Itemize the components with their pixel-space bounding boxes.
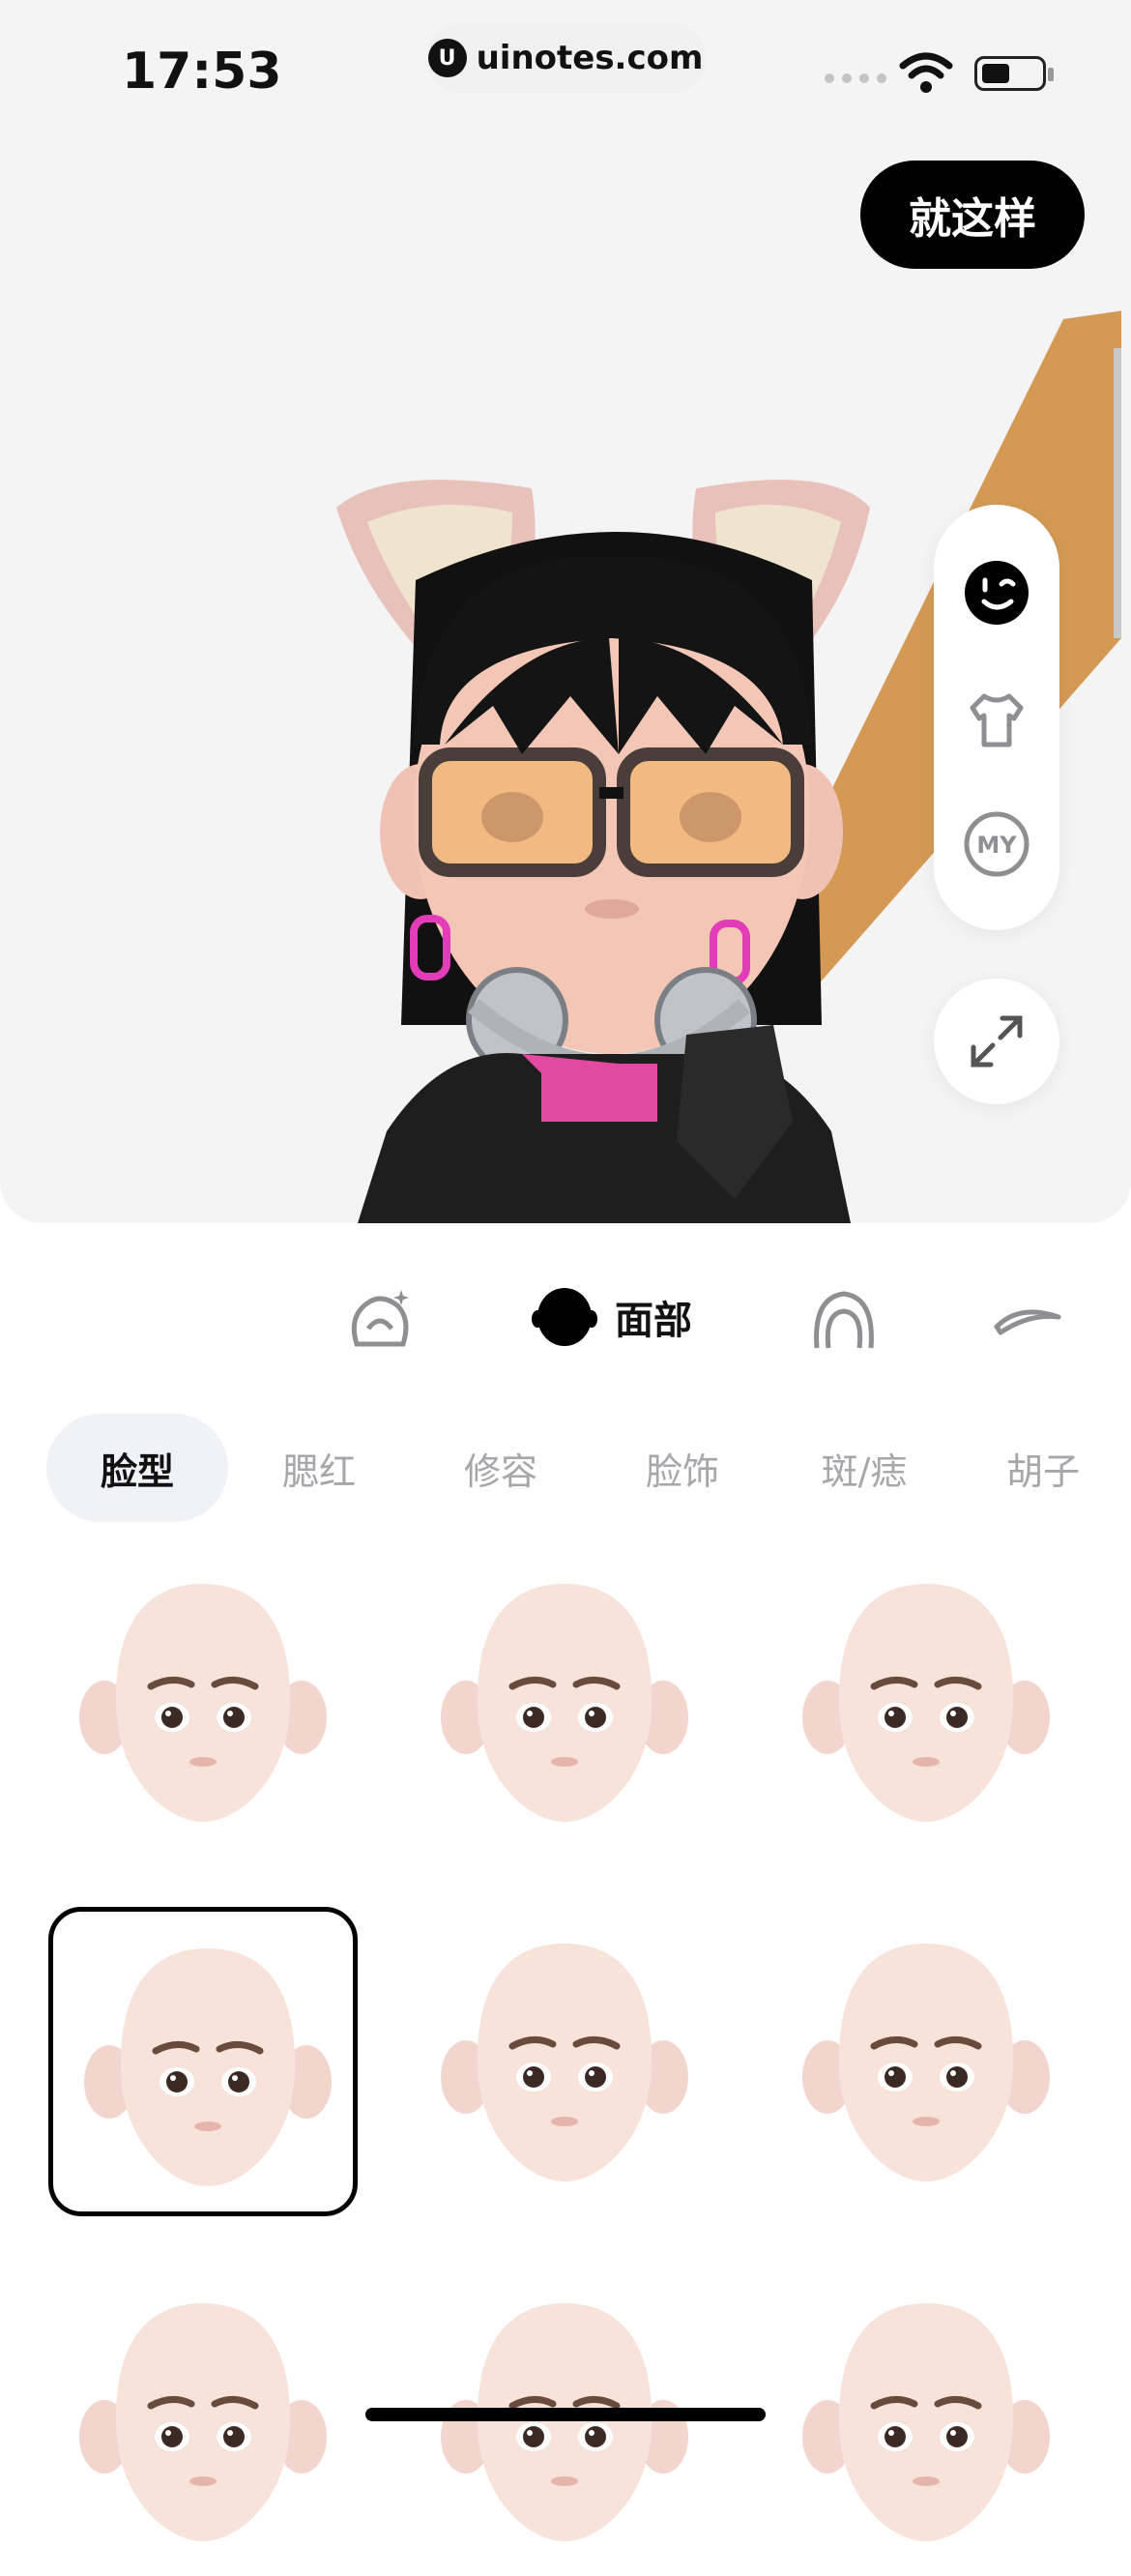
- my-icon[interactable]: MY: [963, 810, 1030, 878]
- face-thumbnail: [441, 2303, 688, 2541]
- face-option-selected[interactable]: [48, 1907, 358, 2216]
- face-option[interactable]: [771, 2267, 1081, 2576]
- face-thumbnail: [84, 1948, 332, 2186]
- status-bar: 17:53 U uinotes.com: [0, 0, 1131, 145]
- expand-icon: [971, 1015, 1023, 1068]
- face-thumbnail: [441, 1944, 688, 2181]
- category-face-label: 面部: [615, 1299, 692, 1343]
- side-toolbar: MY: [934, 505, 1059, 930]
- face-thumbnail: [802, 2303, 1050, 2541]
- status-time: 17:53: [122, 43, 282, 101]
- tab-contour[interactable]: 修容: [410, 1414, 592, 1522]
- face-thumbnail: [79, 1584, 327, 1822]
- site-logo-icon: U: [427, 39, 467, 77]
- face-thumbnail: [802, 1944, 1050, 2181]
- signal-icon: [825, 73, 886, 83]
- home-indicator: [365, 2408, 766, 2421]
- face-thumbnail: [441, 1584, 688, 1822]
- face-option[interactable]: [410, 2267, 719, 2576]
- category-face[interactable]: 面部: [532, 1286, 692, 1348]
- tab-face-shape[interactable]: 脸型: [46, 1414, 228, 1522]
- site-badge: U uinotes.com: [425, 23, 706, 93]
- face-thumbnail: [79, 2303, 327, 2541]
- category-bar: 面部: [0, 1276, 1131, 1363]
- face-option[interactable]: [410, 1547, 719, 1857]
- face-option[interactable]: [771, 1907, 1081, 2216]
- sub-tabs: 脸型 腮红 修容 脸饰 斑/痣 胡子: [0, 1414, 1131, 1522]
- tab-spots[interactable]: 斑/痣: [773, 1414, 955, 1522]
- tab-face-accessory[interactable]: 脸饰: [592, 1414, 773, 1522]
- svg-text:MY: MY: [976, 832, 1017, 859]
- face-thumbnail: [802, 1584, 1050, 1822]
- face-option[interactable]: [48, 1547, 358, 1857]
- avatar-preview: 17:53 U uinotes.com 就这样 MY: [0, 0, 1131, 1223]
- face-option[interactable]: [48, 2267, 358, 2576]
- face-icon[interactable]: [963, 559, 1030, 627]
- hair-icon[interactable]: [807, 1284, 881, 1358]
- battery-icon: [974, 56, 1046, 91]
- wifi-icon: [899, 52, 953, 93]
- confirm-button[interactable]: 就这样: [860, 161, 1085, 269]
- site-name: uinotes.com: [476, 39, 704, 77]
- tab-blush[interactable]: 腮红: [228, 1414, 410, 1522]
- eyebrow-icon[interactable]: [991, 1284, 1064, 1358]
- tab-beard[interactable]: 胡子: [955, 1414, 1131, 1522]
- makeup-icon[interactable]: [343, 1284, 417, 1358]
- face-shape-icon: [532, 1288, 597, 1346]
- shirt-icon[interactable]: [963, 687, 1030, 754]
- face-option[interactable]: [771, 1547, 1081, 1857]
- face-option[interactable]: [410, 1907, 719, 2216]
- expand-button[interactable]: [934, 979, 1059, 1104]
